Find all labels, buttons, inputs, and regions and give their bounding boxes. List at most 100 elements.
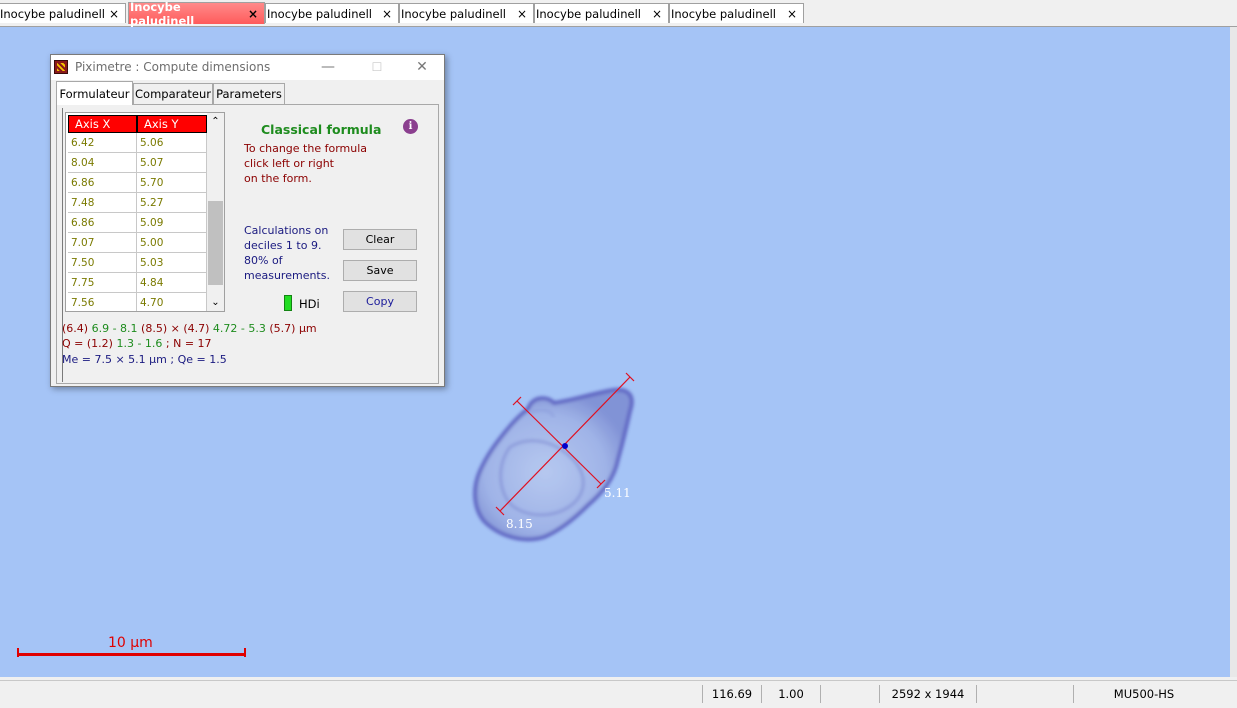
axis-x-cell[interactable]: 7.50 <box>68 253 137 273</box>
result-part: (6.4) <box>62 322 89 335</box>
axis-y-cell[interactable]: 4.70 <box>137 293 207 311</box>
result-part: μm <box>298 322 317 335</box>
result-part: × <box>170 322 180 335</box>
calc-note-line: deciles 1 to 9. <box>244 239 322 252</box>
axis-x-cell[interactable]: 7.56 <box>68 293 137 311</box>
scale-bar-label: 10 μm <box>108 635 153 651</box>
axis-y-cell[interactable]: 5.70 <box>137 173 207 193</box>
tab-formulateur[interactable]: Formulateur <box>56 81 133 105</box>
viewer-scrollbar[interactable] <box>1230 27 1237 677</box>
axis-y-cell[interactable]: 5.07 <box>137 153 207 173</box>
document-tab-label: Inocybe paludinell <box>130 0 195 28</box>
document-tab-label: Inocybe paludinell <box>267 6 372 21</box>
tab-close-icon[interactable]: × <box>380 7 394 21</box>
dialog-title-bar[interactable]: Piximetre : Compute dimensions — ☐ ✕ <box>51 55 444 80</box>
document-tab-4[interactable]: Inocybe paludinell × <box>399 3 534 23</box>
result-mean-line: Me = 7.5 × 5.1 μm ; Qe = 1.5 <box>62 353 227 366</box>
axis-x-cell[interactable]: 8.04 <box>68 153 137 173</box>
table-row[interactable]: 7.50 5.03 <box>67 253 207 273</box>
axis-y-cell[interactable]: 4.84 <box>137 273 207 293</box>
document-tab-5[interactable]: Inocybe paludinell × <box>534 3 669 23</box>
axis-y-cell[interactable]: 5.27 <box>137 193 207 213</box>
hdi-indicator-icon[interactable] <box>284 295 292 311</box>
formula-title[interactable]: Classical formula <box>261 122 381 137</box>
axis-y-cell[interactable]: 5.03 <box>137 253 207 273</box>
tab-close-icon[interactable]: × <box>246 7 260 21</box>
scroll-up-icon[interactable]: ⌃ <box>207 113 224 130</box>
table-row[interactable]: 8.04 5.07 <box>67 153 207 173</box>
tab-parameters[interactable]: Parameters <box>213 83 285 104</box>
column-header-axis-x[interactable]: Axis X <box>68 115 137 133</box>
table-row[interactable]: 7.48 5.27 <box>67 193 207 213</box>
result-dimensions-line: (6.4) 6.9 - 8.1 (8.5) × (4.7) 4.72 - 5.3… <box>62 322 317 335</box>
close-icon[interactable]: ✕ <box>407 57 437 77</box>
copy-button[interactable]: Copy <box>343 291 417 312</box>
piximetre-app-icon <box>54 60 68 74</box>
table-row[interactable]: 6.42 5.06 <box>67 133 207 153</box>
status-camera: MU500-HS <box>1073 685 1214 703</box>
result-part: 1.3 - 1.6 <box>116 337 163 350</box>
scale-bar-tick <box>244 648 246 657</box>
result-part: (8.5) <box>141 322 168 335</box>
axis-x-cell[interactable]: 7.07 <box>68 233 137 253</box>
tab-close-icon[interactable]: × <box>107 7 121 21</box>
status-field <box>820 685 879 703</box>
result-part: (4.7) <box>183 322 210 335</box>
calc-note-line: 80% of <box>244 254 283 267</box>
result-part: Q = <box>62 337 84 350</box>
axis-y-cell[interactable]: 5.09 <box>137 213 207 233</box>
minimize-icon[interactable]: — <box>313 57 343 77</box>
document-tab-label: Inocybe paludinell <box>536 6 641 21</box>
status-zoom-value: 1.00 <box>761 685 820 703</box>
status-field <box>976 685 1073 703</box>
scroll-down-icon[interactable]: ⌄ <box>207 294 224 311</box>
table-row[interactable]: 7.56 4.70 <box>67 293 207 311</box>
info-icon[interactable]: i <box>403 119 418 134</box>
result-part: 4.72 - 5.3 <box>212 322 266 335</box>
scale-bar <box>17 653 246 656</box>
table-row[interactable]: 6.86 5.09 <box>67 213 207 233</box>
document-tab-label: Inocybe paludinell <box>0 6 105 21</box>
calc-note-line: Calculations on <box>244 224 329 237</box>
result-part: ; N = 17 <box>165 337 212 350</box>
result-part: 6.9 - 8.1 <box>91 322 138 335</box>
document-tab-1[interactable]: Inocybe paludinell × <box>0 3 126 23</box>
save-button[interactable]: Save <box>343 260 417 281</box>
hdi-label[interactable]: HDi <box>299 297 320 311</box>
axis-x-cell[interactable]: 7.75 <box>68 273 137 293</box>
clear-button[interactable]: Clear <box>343 229 417 250</box>
calc-note-line: measurements. <box>244 269 330 282</box>
formula-help-line: on the form. <box>244 172 312 185</box>
document-tab-strip: Inocybe paludinell × Inocybe paludinell … <box>0 0 1237 28</box>
tab-close-icon[interactable]: × <box>650 7 664 21</box>
dialog-title: Piximetre : Compute dimensions <box>75 60 271 74</box>
axis-x-cell[interactable]: 6.86 <box>68 213 137 233</box>
column-header-axis-y[interactable]: Axis Y <box>137 115 207 133</box>
axis-y-cell[interactable]: 5.00 <box>137 233 207 253</box>
tab-comparateur[interactable]: Comparateur <box>133 83 213 104</box>
axis-y-cell[interactable]: 5.06 <box>137 133 207 153</box>
table-row[interactable]: 7.07 5.00 <box>67 233 207 253</box>
axis-x-cell[interactable]: 7.48 <box>68 193 137 213</box>
short-axis-line <box>516 400 602 485</box>
status-bar: 116.69 1.00 2592 x 1944 MU500-HS <box>0 680 1237 708</box>
document-tab-label: Inocybe paludinell <box>401 6 506 21</box>
document-tab-label: Inocybe paludinell <box>671 6 776 21</box>
axis-x-cell[interactable]: 6.86 <box>68 173 137 193</box>
table-row[interactable]: 7.75 4.84 <box>67 273 207 293</box>
document-tab-2[interactable]: Inocybe paludinell × <box>128 0 265 28</box>
result-part: (5.7) <box>269 322 296 335</box>
grid-scrollbar[interactable]: ⌃ ⌄ <box>207 113 224 311</box>
formula-help-line: click left or right <box>244 157 334 170</box>
scrollbar-thumb[interactable] <box>208 201 223 285</box>
tab-close-icon[interactable]: × <box>785 7 799 21</box>
maximize-icon[interactable]: ☐ <box>362 57 392 77</box>
measurement-grid[interactable]: Axis X Axis Y 6.42 5.06 8.04 5.07 6.86 5… <box>65 112 225 312</box>
document-tab-6[interactable]: Inocybe paludinell × <box>669 3 804 23</box>
piximetre-dialog: Piximetre : Compute dimensions — ☐ ✕ For… <box>50 54 445 387</box>
tab-close-icon[interactable]: × <box>515 7 529 21</box>
axis-x-cell[interactable]: 6.42 <box>68 133 137 153</box>
document-tab-3[interactable]: Inocybe paludinell × <box>265 3 399 23</box>
short-axis-value: 5.11 <box>604 486 631 500</box>
table-row[interactable]: 6.86 5.70 <box>67 173 207 193</box>
